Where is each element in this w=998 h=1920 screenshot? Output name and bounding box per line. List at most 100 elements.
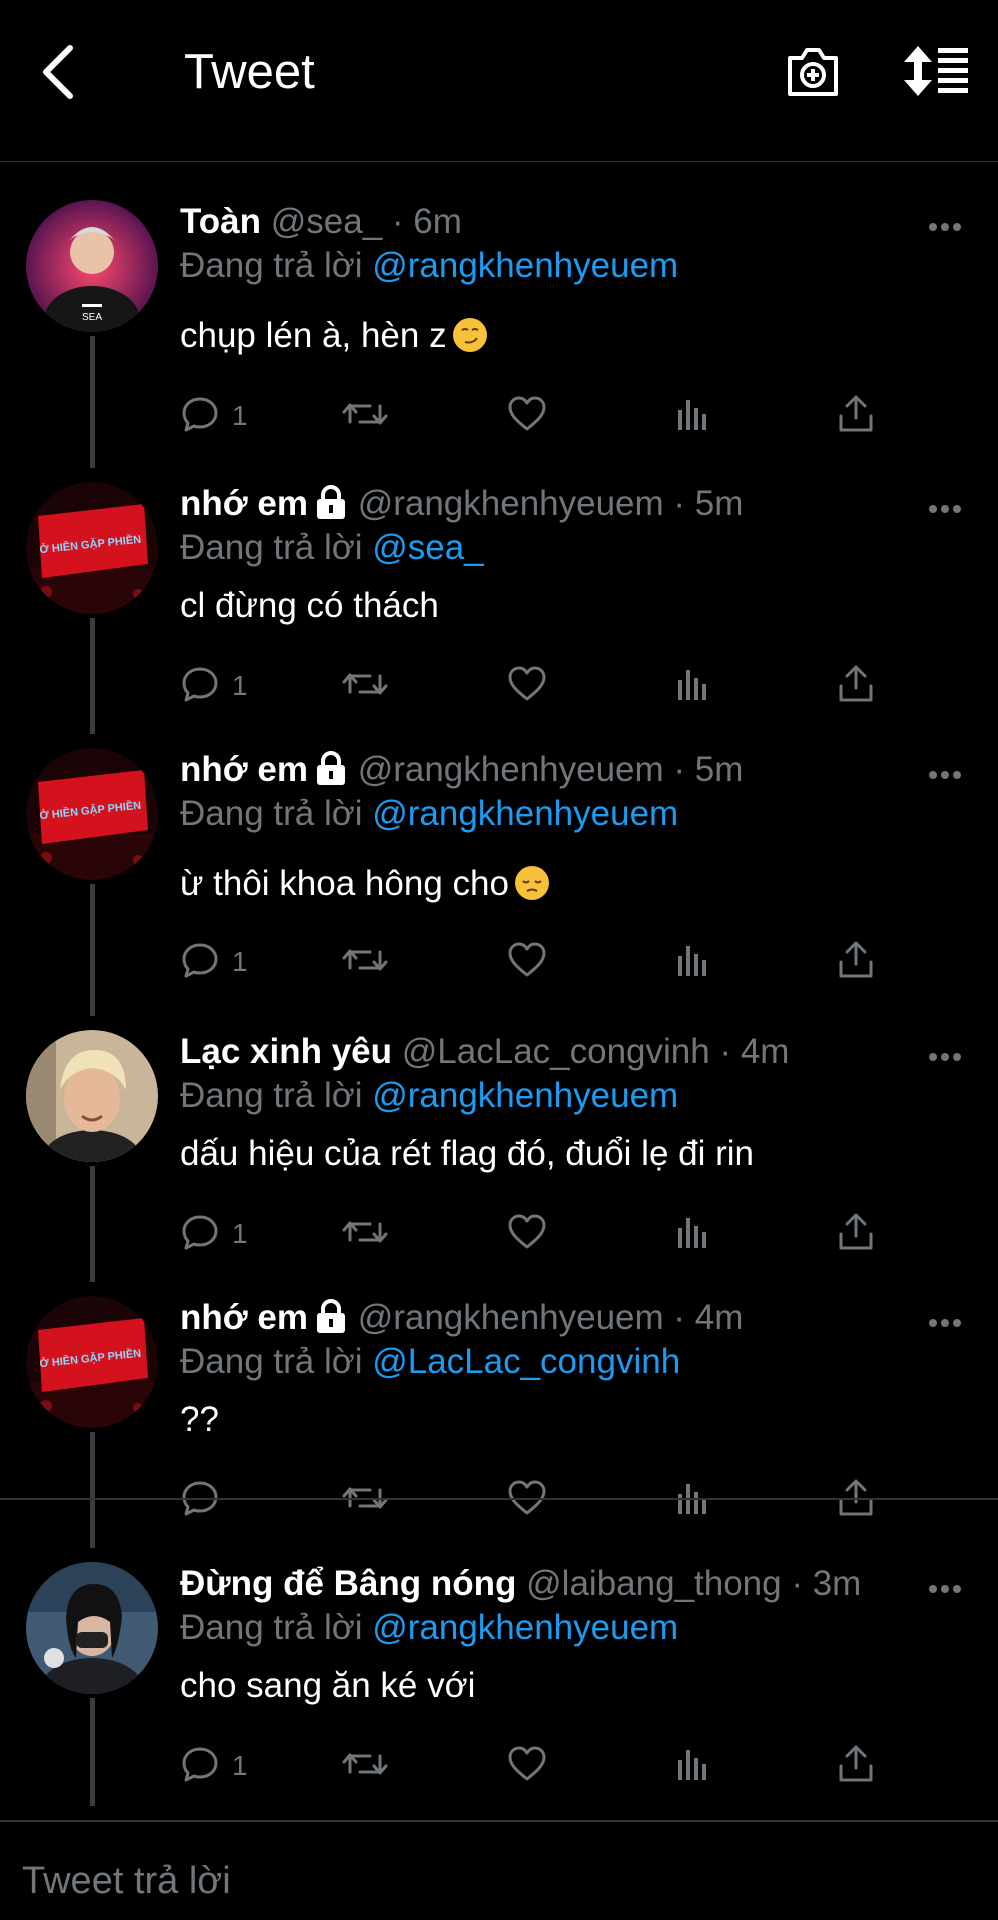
retweet-button[interactable] [340,1212,390,1256]
more-options-icon[interactable] [928,1582,962,1594]
handle-and-time: @rangkhenhyeuem · 4m [357,1298,744,1337]
avatar[interactable]: Ở HIỀN GẶP PHIỀN [26,482,158,614]
more-options-icon[interactable] [928,220,962,232]
camera-plus-icon[interactable] [786,44,840,98]
tweet-actions: 1 [180,664,900,708]
avatar[interactable]: Ở HIỀN GẶP PHIỀN [26,748,158,880]
sort-icon[interactable] [904,46,970,96]
reply-mention-link[interactable]: @rangkhenhyeuem [372,246,678,285]
tweet-text-block: dấu hiệu của rét flag đó, đuổi lẹ đi rin [180,1134,754,1174]
views-button[interactable] [672,1478,712,1522]
chevron-left-icon[interactable] [38,42,78,102]
bar-chart-icon [672,394,712,439]
tweet-header: Đừng để Bâng nóng @laibang_thong · 3m [180,1564,861,1604]
replying-to-label: Đang trả lời [180,794,363,833]
reply-mention-link[interactable]: @rangkhenhyeuem [372,794,678,833]
avatar[interactable]: SEA [26,200,158,332]
thread-connector [90,336,95,468]
like-button[interactable] [506,394,548,438]
retweet-button[interactable] [340,1744,390,1788]
display-name[interactable]: nhớ em [180,484,308,523]
comment-icon [180,394,220,439]
display-name[interactable]: nhớ em [180,750,308,789]
reply-button[interactable]: 1 [180,940,248,984]
tweet-header: Toàn @sea_ · 6m [180,202,462,242]
avatar[interactable] [26,1030,158,1162]
views-button[interactable] [672,664,712,708]
retweet-icon [340,394,390,439]
like-button[interactable] [506,940,548,984]
heart-icon [506,1744,548,1789]
tweet-text-block: ừ thôi khoa hông cho [180,864,549,904]
display-name[interactable]: Lạc xinh yêu [180,1032,392,1071]
more-options-icon[interactable] [928,768,962,780]
retweet-icon [340,1212,390,1257]
retweet-button[interactable] [340,394,390,438]
tweet-actions: 1 [180,1212,900,1256]
lock-icon [314,751,348,794]
views-button[interactable] [672,1744,712,1788]
avatar[interactable]: Ở HIỀN GẶP PHIỀN [26,1296,158,1428]
replying-to: Đang trả lời @LacLac_congvinh [180,1342,680,1382]
views-button[interactable] [672,1212,712,1256]
share-button[interactable] [836,940,876,984]
bar-chart-icon [672,940,712,985]
reply-button[interactable]: 1 [180,394,248,438]
lock-icon [314,1299,348,1342]
reply-mention-link[interactable]: @rangkhenhyeuem [372,1608,678,1647]
tweet-actions: 1 [180,1744,900,1788]
comment-icon [180,1744,220,1789]
reply-button[interactable]: 1 [180,1744,248,1788]
retweet-button[interactable] [340,664,390,708]
reply-mention-link[interactable]: @sea_ [372,528,483,567]
thread-connector [90,1166,95,1282]
retweet-button[interactable] [340,940,390,984]
like-button[interactable] [506,1744,548,1788]
like-button[interactable] [506,1212,548,1256]
retweet-button[interactable] [340,1478,390,1522]
like-button[interactable] [506,1478,548,1522]
reply-input[interactable]: Tweet trả lời [22,1860,231,1903]
more-options-icon[interactable] [928,502,962,514]
views-button[interactable] [672,394,712,438]
tweet-text: dấu hiệu của rét flag đó, đuổi lẹ đi rin [180,1134,754,1173]
reply-button[interactable]: 1 [180,1212,248,1256]
like-button[interactable] [506,664,548,708]
heart-icon [506,394,548,439]
smirk-emoji-icon [452,318,487,352]
retweet-icon [340,940,390,985]
page-title: Tweet [184,45,315,99]
replying-to-label: Đang trả lời [180,1608,363,1647]
bar-chart-icon [672,1478,712,1523]
more-options-icon[interactable] [928,1050,962,1062]
tweet-actions [180,1478,900,1522]
share-button[interactable] [836,1212,876,1256]
tweet-text: chụp lén à, hèn z [180,316,447,355]
avatar[interactable] [26,1562,158,1694]
replying-to-label: Đang trả lời [180,528,363,567]
bar-chart-icon [672,1744,712,1789]
more-options-icon[interactable] [928,1316,962,1328]
share-button[interactable] [836,1478,876,1522]
share-button[interactable] [836,1744,876,1788]
display-name[interactable]: Đừng để Bâng nóng [180,1564,516,1603]
reply-mention-link[interactable]: @LacLac_congvinh [372,1342,680,1381]
share-icon [836,1212,876,1257]
share-button[interactable] [836,394,876,438]
tweet-text-block: cho sang ăn ké với [180,1666,475,1706]
display-name[interactable]: nhớ em [180,1298,308,1337]
replying-to: Đang trả lời @sea_ [180,528,484,568]
reply-button[interactable] [180,1478,232,1522]
share-button[interactable] [836,664,876,708]
tweet-text-block: ?? [180,1400,219,1440]
reply-button[interactable]: 1 [180,664,248,708]
handle-and-time: @rangkhenhyeuem · 5m [357,750,744,789]
reply-composer[interactable]: Tweet trả lời [0,1820,998,1920]
reply-count: 1 [232,1218,248,1249]
display-name[interactable]: Toàn [180,202,261,241]
section-divider [0,1498,998,1500]
thread-connector [90,618,95,734]
views-button[interactable] [672,940,712,984]
reply-mention-link[interactable]: @rangkhenhyeuem [372,1076,678,1115]
tweet-actions: 1 [180,394,900,438]
